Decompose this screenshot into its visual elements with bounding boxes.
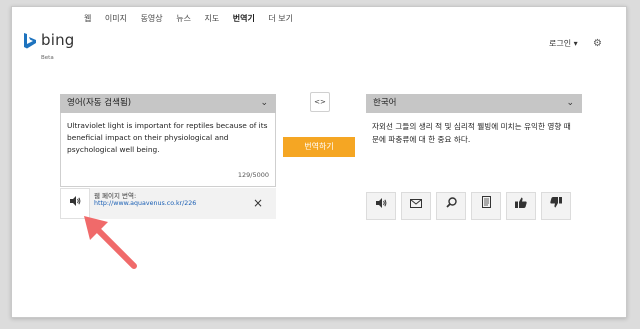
translation-output: 자외선 그들의 생리 적 및 심리적 웰빙에 미치는 유익한 영향 때문에 파충… [372,122,571,144]
annotation-arrow [84,216,137,269]
gear-icon[interactable]: ⚙ [593,38,602,49]
thumbs-up-icon[interactable] [506,192,536,220]
nav-web[interactable]: 웹 [84,14,91,23]
bing-logo-icon [24,33,36,49]
nav-maps[interactable]: 지도 [204,14,219,23]
thumbs-down-icon[interactable] [541,192,571,220]
target-language-select[interactable]: 한국어 ⌄ [366,94,582,113]
nav-more[interactable]: 더 보기 [268,14,293,23]
source-language-label: 영어(자동 검색됨) [67,98,132,108]
source-text[interactable]: Ultraviolet light is important for repti… [67,120,269,156]
login-button[interactable]: 로그인 ▾ [549,38,578,49]
top-nav: 웹 이미지 동영상 뉴스 지도 번역기 더 보기 [84,13,304,24]
source-language-select[interactable]: 영어(자동 검색됨) ⌄ [60,94,276,113]
chevron-down-icon: ⌄ [566,98,574,108]
source-text-area[interactable]: Ultraviolet light is important for repti… [60,113,276,187]
document-icon[interactable] [471,192,501,220]
clear-button[interactable]: × [240,188,276,219]
nav-videos[interactable]: 동영상 [141,14,163,23]
brand-name: bing [41,31,75,49]
envelope-icon[interactable] [401,192,431,220]
speaker-icon[interactable] [366,192,396,220]
swap-languages-button[interactable]: <> [310,92,330,112]
magnifier-icon[interactable] [436,192,466,220]
nav-translator[interactable]: 번역기 [233,14,255,23]
target-language-label: 한국어 [373,98,397,108]
chevron-down-icon: ⌄ [260,98,268,108]
character-counter: 129/5000 [237,171,269,179]
nav-news[interactable]: 뉴스 [176,14,191,23]
nav-images[interactable]: 이미지 [105,14,127,23]
webpage-translate-label: 웹 페이지 번역: [94,192,137,200]
translate-button[interactable]: 번역하기 [283,137,355,157]
brand-beta: Beta [41,55,54,61]
